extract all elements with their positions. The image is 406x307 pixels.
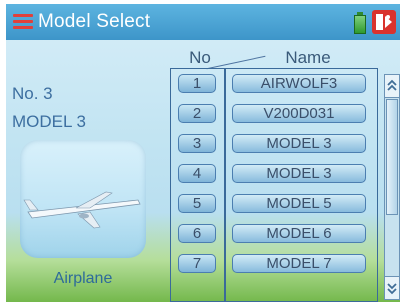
model-number-cell: 1 [178, 74, 216, 93]
scroll-up-button[interactable] [385, 75, 399, 98]
exit-icon[interactable] [372, 10, 396, 34]
model-number-cell: 3 [178, 134, 216, 153]
model-number-cell: 7 [178, 254, 216, 273]
model-number-cell: 5 [178, 194, 216, 213]
airplane-icon [23, 191, 141, 229]
selected-model-number: No. 3 [12, 84, 53, 103]
model-type-label: Airplane [53, 270, 113, 287]
model-number-cell: 2 [178, 104, 216, 123]
battery-icon [354, 12, 366, 34]
model-name-cell: MODEL 5 [232, 194, 366, 213]
model-name-cell: MODEL 3 [232, 164, 366, 183]
selected-model-name: MODEL 3 [12, 112, 87, 131]
scrollbar[interactable] [384, 74, 400, 300]
scroll-down-button[interactable] [385, 276, 399, 299]
title-bar: Model Select [6, 4, 400, 40]
list-column-divider [224, 68, 226, 302]
model-number-cell: 4 [178, 164, 216, 183]
scroll-thumb[interactable] [386, 99, 398, 215]
screen-title: Model Select [38, 11, 151, 32]
double-chevron-up-icon [387, 79, 397, 91]
model-name-cell: V200D031 [232, 104, 366, 123]
model-type-image [20, 140, 146, 258]
model-select-screen: Model Select No Name No. 3 MODEL 3 Airpl… [6, 4, 400, 302]
model-name-cell: AIRWOLF3 [232, 74, 366, 93]
menu-icon[interactable] [13, 14, 33, 30]
model-name-cell: MODEL 6 [232, 224, 366, 243]
model-number-cell: 6 [178, 224, 216, 243]
model-name-cell: MODEL 3 [232, 134, 366, 153]
double-chevron-down-icon [387, 283, 397, 295]
model-name-cell: MODEL 7 [232, 254, 366, 273]
